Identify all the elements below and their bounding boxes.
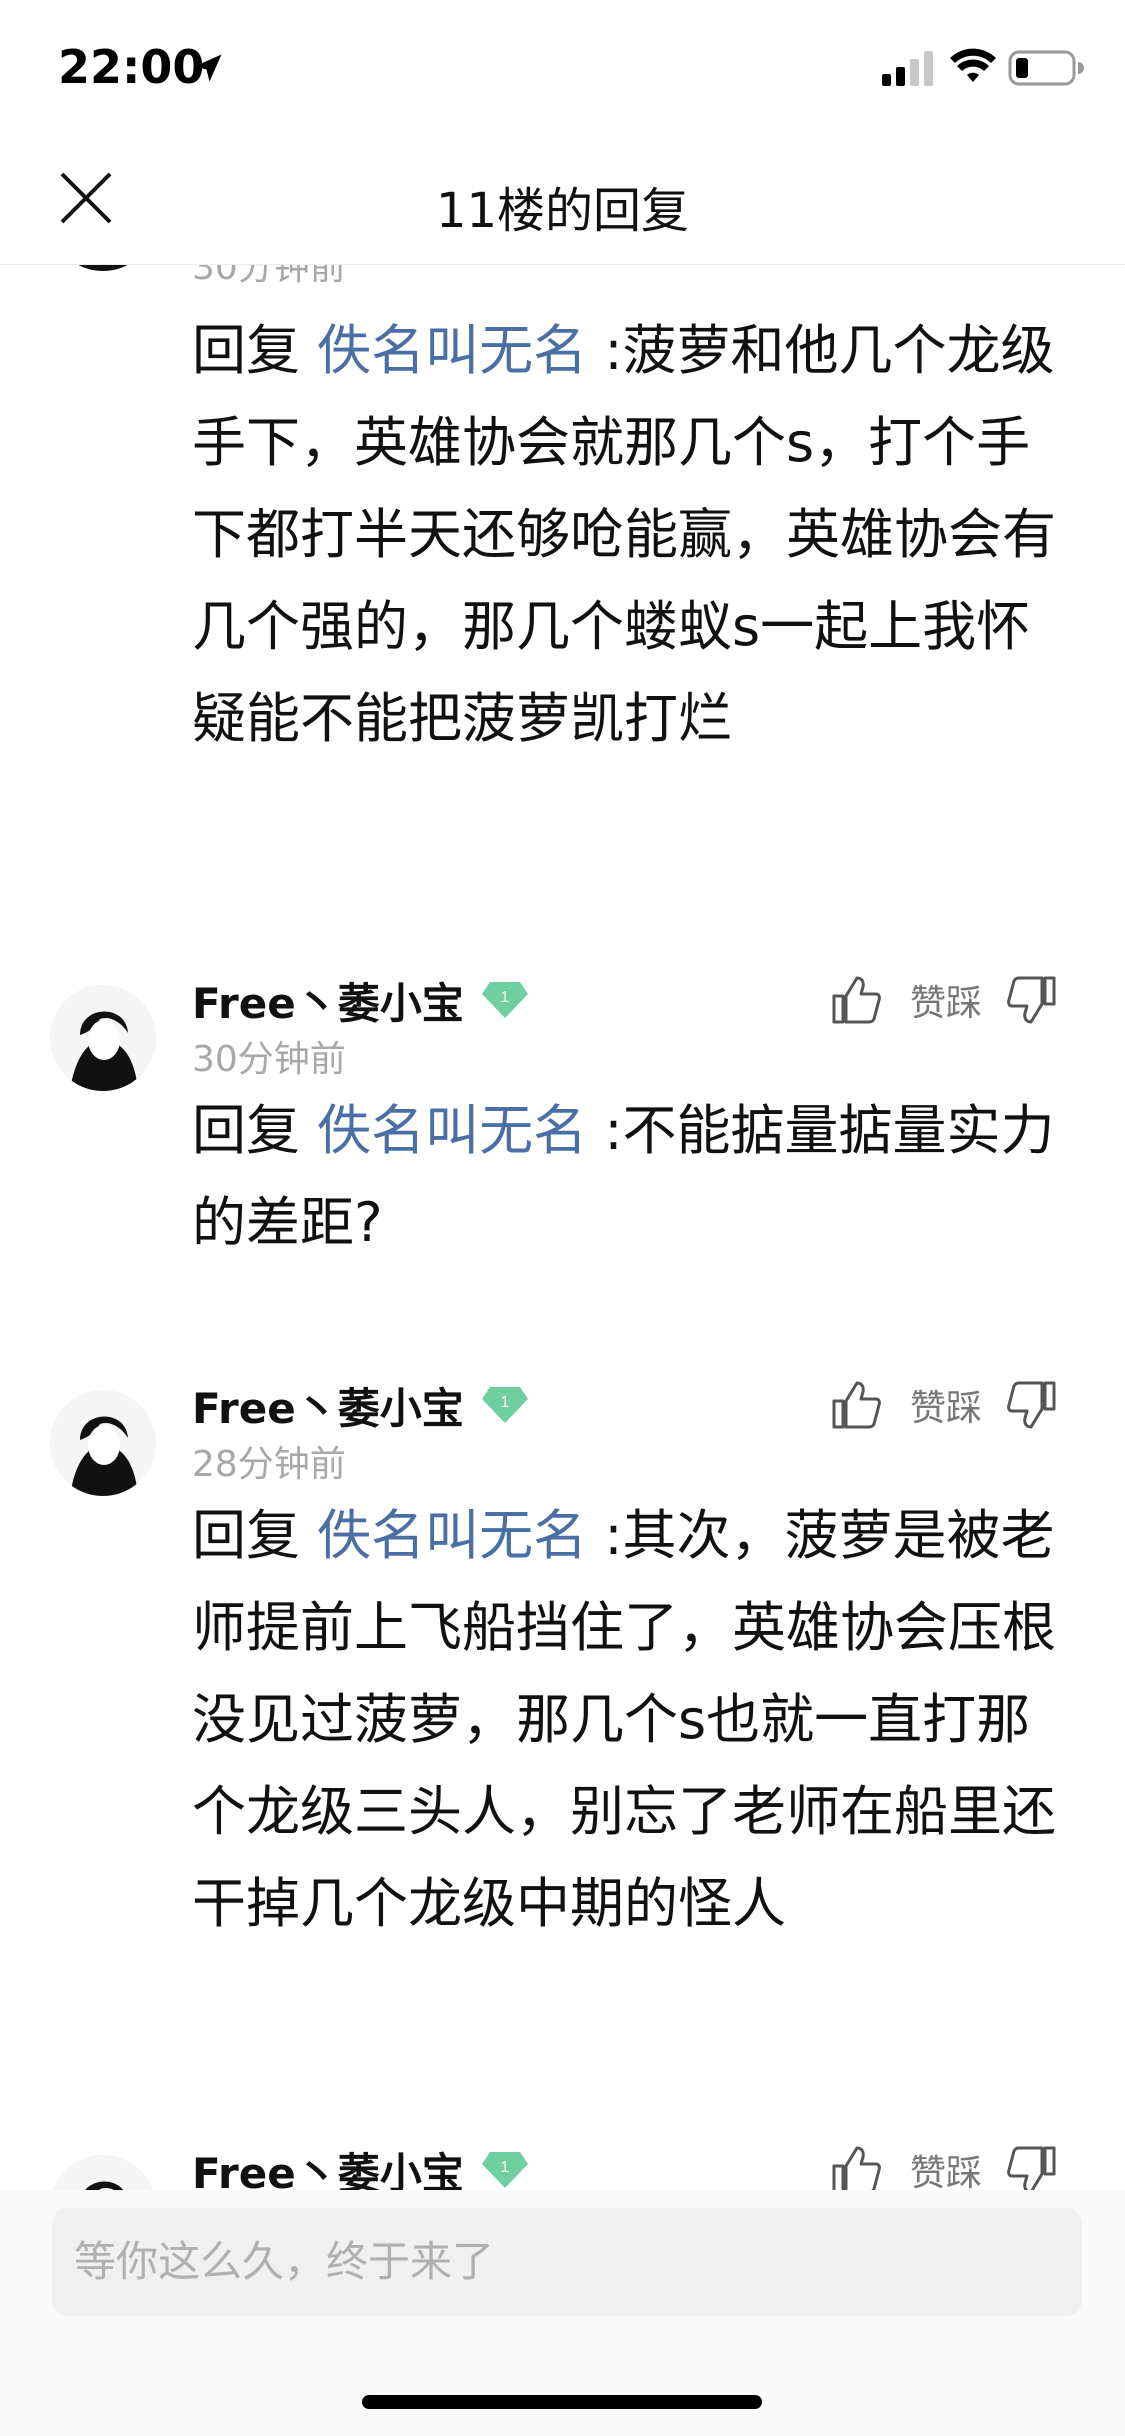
mention-link[interactable]: 佚名叫无名 (317, 319, 587, 382)
level-number: 1 (500, 989, 509, 1006)
thumbs-down-icon[interactable] (1006, 2144, 1058, 2190)
comment-text: :其次，菠萝是被老师提前上飞船挡住了，英雄协会压根没见过菠萝，那几个s也就一直打… (192, 1504, 1056, 1935)
author-name[interactable]: Free丶萎小宝 (192, 970, 464, 1031)
thumbs-up-icon[interactable] (830, 1379, 882, 1431)
avatar[interactable] (50, 985, 156, 1091)
comment-body: 回复 佚名叫无名 :菠萝和他几个龙级手下，英雄协会就那几个s，打个手下都打半天还… (192, 305, 1072, 765)
comment-item: Free丶萎小宝 1 30分钟前 赞踩 回复 佚名叫无名 :不能掂量掂量实力的差… (0, 976, 1125, 1345)
level-badge-icon: 1 (481, 982, 528, 1018)
comment-time: 28分钟前 (192, 1444, 346, 1485)
nav-bar: 11楼的回复 (0, 135, 1125, 265)
comment-list[interactable]: 30分钟前 回复 佚名叫无名 :菠萝和他几个龙级手下，英雄协会就那几个s，打个手… (0, 265, 1125, 2190)
avatar-image (50, 1390, 156, 1496)
comment-text: :菠萝和他几个龙级手下，英雄协会就那几个s，打个手下都打半天还够呛能赢，英雄协会… (192, 319, 1056, 750)
vote-label: 赞踩 (910, 1388, 983, 1429)
mention-link[interactable]: 佚名叫无名 (317, 1099, 587, 1162)
thumbs-up-icon[interactable] (830, 2144, 882, 2190)
vote-label: 赞踩 (910, 2153, 983, 2190)
comment-item: Free丶萎小宝 1 28分钟前 赞踩 回复 佚名叫无名 :其次，菠萝是被老师提… (0, 1381, 1125, 2030)
comment-time: 30分钟前 (192, 265, 346, 288)
home-indicator[interactable] (362, 2395, 762, 2409)
author-row: Free丶萎小宝 1 (192, 2140, 530, 2190)
author-row: Free丶萎小宝 1 (192, 970, 530, 1030)
avatar-image (50, 2155, 156, 2190)
wifi-icon (950, 48, 996, 82)
vote-actions: 赞踩 (830, 1375, 1058, 1435)
level-number: 1 (500, 1394, 509, 1411)
vote-actions: 赞踩 (830, 970, 1058, 1030)
comment-input[interactable]: 等你这么久，终于来了 (52, 2208, 1082, 2316)
vote-actions: 赞踩 (830, 2140, 1058, 2190)
avatar[interactable] (50, 2155, 156, 2190)
thumbs-down-icon[interactable] (1006, 974, 1058, 1026)
reply-prefix: 回复 (192, 1099, 318, 1162)
comment-body: 回复 佚名叫无名 :不能掂量掂量实力的差距? (192, 1085, 1072, 1269)
comment-item: Free丶萎小宝 1 赞踩 (0, 2146, 1125, 2190)
reply-prefix: 回复 (192, 319, 318, 382)
bottom-bar: 等你这么久，终于来了 (0, 2190, 1125, 2436)
thumbs-down-icon[interactable] (1006, 1379, 1058, 1431)
avatar-image (50, 985, 156, 1091)
author-name[interactable]: Free丶萎小宝 (192, 2140, 464, 2191)
cellular-signal-icon (882, 51, 933, 86)
comment-item: 30分钟前 回复 佚名叫无名 :菠萝和他几个龙级手下，英雄协会就那几个s，打个手… (0, 265, 1125, 750)
author-row: Free丶萎小宝 1 (192, 1375, 530, 1435)
reply-prefix: 回复 (192, 1504, 318, 1567)
avatar[interactable] (50, 265, 156, 271)
comment-body: 回复 佚名叫无名 :其次，菠萝是被老师提前上飞船挡住了，英雄协会压根没见过菠萝，… (192, 1490, 1072, 1950)
battery-icon (1008, 50, 1084, 86)
author-name[interactable]: Free丶萎小宝 (192, 1375, 464, 1436)
comment-time: 30分钟前 (192, 1039, 346, 1080)
mention-link[interactable]: 佚名叫无名 (317, 1504, 587, 1567)
thumbs-up-icon[interactable] (830, 974, 882, 1026)
level-badge-icon: 1 (481, 2152, 528, 2188)
level-badge-icon: 1 (481, 1387, 528, 1423)
location-arrow-icon (194, 54, 222, 82)
page-title: 11楼的回复 (435, 183, 690, 239)
level-number: 1 (500, 2159, 509, 2176)
status-time: 22:00 (58, 40, 205, 94)
avatar[interactable] (50, 1390, 156, 1496)
status-bar: 22:00 (0, 0, 1125, 135)
avatar-image (50, 265, 156, 271)
vote-label: 赞踩 (910, 983, 983, 1024)
